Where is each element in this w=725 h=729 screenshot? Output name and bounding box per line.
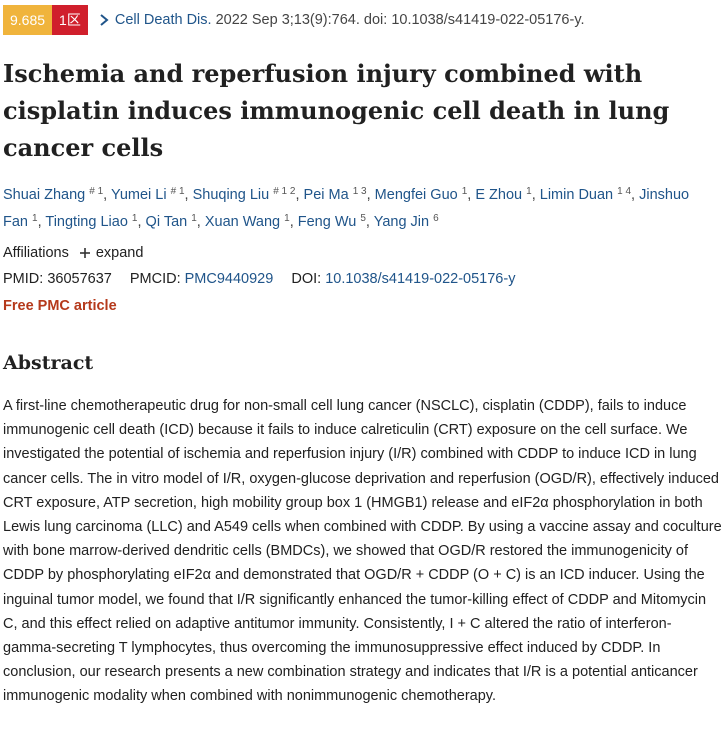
author-affiliation-number[interactable]: # 1 2 — [273, 186, 295, 197]
pmid-label: PMID: — [3, 271, 44, 287]
journal-link[interactable]: Cell Death Dis. — [115, 12, 212, 28]
chevron-right-icon[interactable] — [97, 13, 111, 27]
author-separator: , — [184, 187, 193, 203]
author-link[interactable]: Yang Jin — [374, 214, 429, 230]
impact-factor-badge: 9.685 — [3, 5, 53, 35]
author-link[interactable]: Xuan Wang — [205, 214, 280, 230]
author-link[interactable]: Pei Ma — [304, 187, 349, 203]
author-list: Shuai Zhang # 1, Yumei Li # 1, Shuqing L… — [3, 180, 718, 234]
author-separator: , — [366, 187, 375, 203]
pmcid-label: PMCID: — [129, 271, 181, 287]
article-title: Ischemia and reperfusion injury combined… — [3, 59, 670, 162]
citation: Cell Death Dis. 2022 Sep 3;13(9):764. do… — [115, 12, 585, 28]
author-link[interactable]: Qi Tan — [146, 214, 188, 230]
identifiers: PMID: 36057637 PMCID: PMC9440929 DOI: 10… — [3, 271, 515, 287]
author-link[interactable]: Shuai Zhang — [3, 187, 85, 203]
author-link[interactable]: Mengfei Guo — [375, 187, 458, 203]
author-separator: , — [196, 214, 205, 230]
author-separator: , — [289, 214, 298, 230]
author-affiliation-number[interactable]: 1 3 — [353, 186, 367, 197]
pmid-value: 36057637 — [47, 271, 112, 287]
author-link[interactable]: Tingting Liao — [45, 214, 128, 230]
affiliations-row: Affiliations expand — [3, 245, 143, 261]
author-link[interactable]: E Zhou — [475, 187, 522, 203]
plus-icon[interactable] — [79, 247, 91, 259]
abstract-heading: Abstract — [3, 352, 94, 374]
affiliations-label: Affiliations — [3, 245, 69, 261]
author-separator: , — [103, 187, 111, 203]
author-separator: , — [137, 214, 146, 230]
abstract-text: A first-line chemotherapeutic drug for n… — [3, 398, 722, 705]
author-affiliation-number[interactable]: # 1 — [89, 186, 103, 197]
author-affiliation-number[interactable]: # 1 — [171, 186, 185, 197]
top-bar: 9.685 1区 Cell Death Dis. 2022 Sep 3;13(9… — [3, 5, 585, 35]
author-affiliation-number[interactable]: 6 — [433, 213, 439, 224]
doi-link[interactable]: 10.1038/s41419-022-05176-y — [325, 271, 515, 287]
author-link[interactable]: Shuqing Liu — [193, 187, 270, 203]
author-separator: , — [631, 187, 640, 203]
pmcid-link[interactable]: PMC9440929 — [185, 271, 274, 287]
author-separator: , — [365, 214, 374, 230]
author-separator: , — [295, 187, 304, 203]
author-link[interactable]: Yumei Li — [111, 187, 167, 203]
doi-label: DOI: — [291, 271, 322, 287]
citation-details: 2022 Sep 3;13(9):764. doi: 10.1038/s4141… — [211, 12, 585, 28]
quartile-badge: 1区 — [52, 5, 88, 35]
free-pmc-article-link[interactable]: Free PMC article — [3, 298, 117, 314]
author-separator: , — [531, 187, 540, 203]
author-link[interactable]: Feng Wu — [298, 214, 357, 230]
expand-affiliations-button[interactable]: expand — [96, 245, 144, 261]
author-affiliation-number[interactable]: 1 4 — [617, 186, 631, 197]
author-link[interactable]: Limin Duan — [540, 187, 613, 203]
